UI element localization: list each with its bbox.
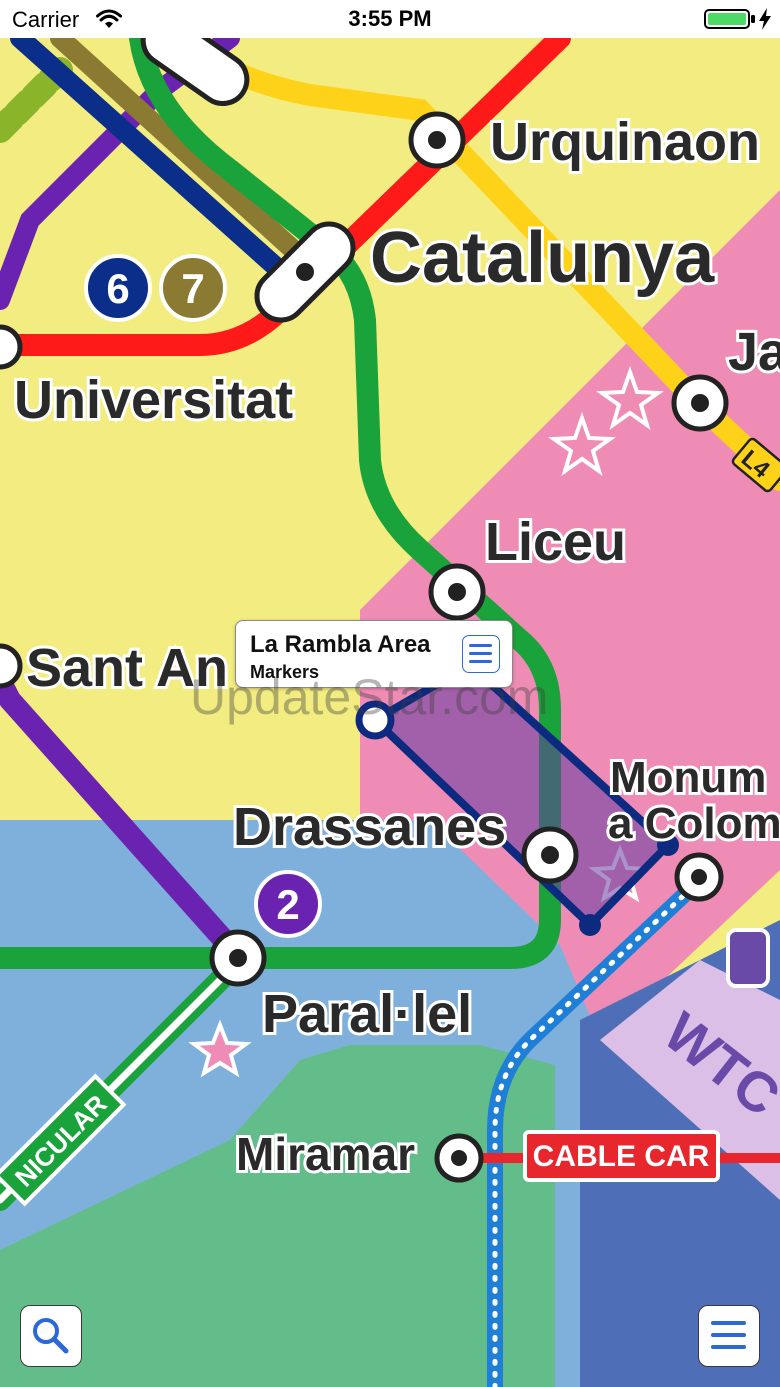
clock: 3:55 PM	[348, 6, 432, 31]
station-label-miramar: Miramar	[236, 1128, 415, 1180]
station-label-monument-1: Monum	[610, 753, 766, 802]
charging-icon	[759, 8, 771, 30]
station-label-parallel: Paral·lel	[262, 984, 472, 1044]
list-icon	[469, 644, 492, 663]
search-button[interactable]	[20, 1305, 82, 1367]
menu-button[interactable]	[698, 1305, 760, 1367]
line-badge-7-label: 7	[181, 265, 204, 312]
station-label-jaume: Ja	[728, 322, 780, 382]
parking-icon	[726, 928, 770, 988]
station-label-catalunya: Catalunya	[370, 218, 715, 298]
station-label-universitat: Universitat	[14, 370, 293, 430]
line-badge-2-label: 2	[276, 881, 299, 928]
callout-title: La Rambla Area	[250, 631, 431, 658]
station-label-monument-2: a Colom	[608, 799, 780, 848]
station-label-liceu: Liceu	[485, 512, 626, 572]
line-badge-6-label: 6	[106, 265, 129, 312]
cable-car-label: CABLE CAR	[533, 1140, 710, 1173]
watermark: UpdateStar.com	[190, 669, 549, 725]
battery-icon	[704, 9, 755, 29]
marker-vertex[interactable]	[579, 914, 601, 936]
status-bar: Carrier 3:55 PM	[0, 0, 780, 38]
search-icon	[33, 1318, 69, 1354]
station-label-urquinaona: Urquinaon	[490, 112, 760, 172]
menu-icon	[711, 1321, 746, 1349]
station-label-drassanes: Drassanes	[233, 797, 506, 857]
